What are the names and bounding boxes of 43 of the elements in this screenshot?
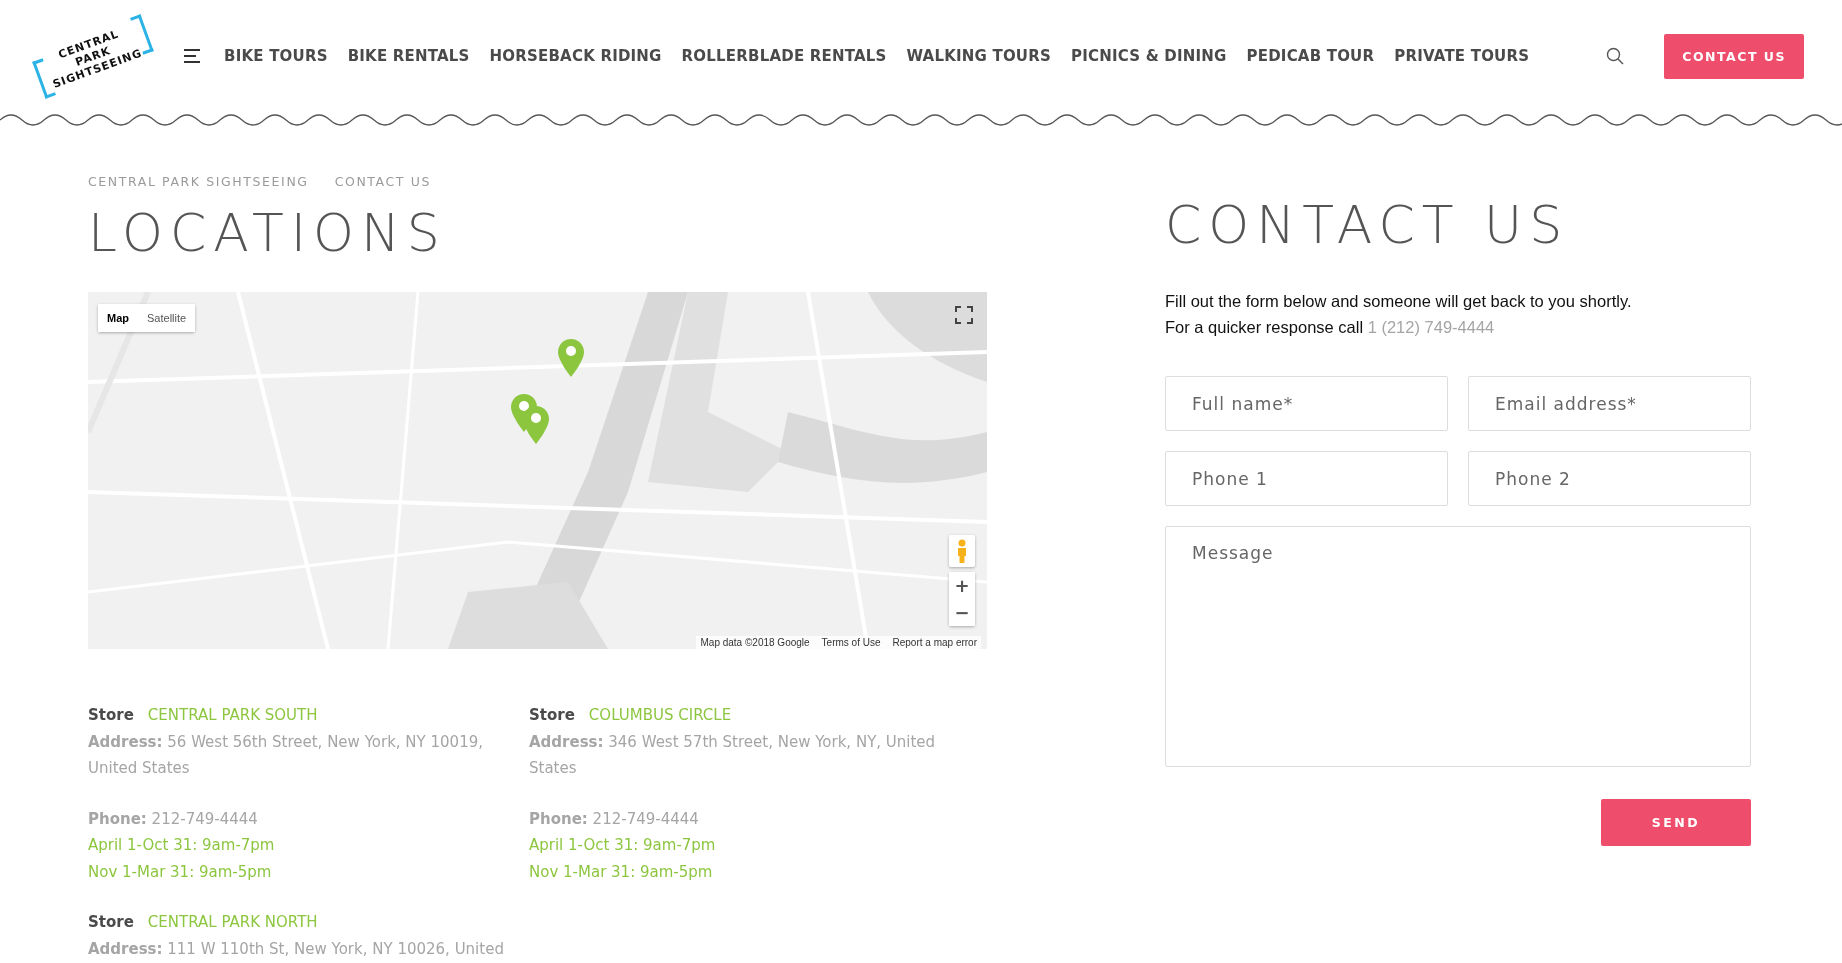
store-address: Address: 111 W 110th St, New York, NY 10026, United <box>88 938 505 960</box>
page-heading: CONTACT US <box>1165 195 1571 255</box>
person-icon[interactable] <box>949 535 975 567</box>
nav-link[interactable]: BIKE RENTALS <box>347 47 470 65</box>
store-label: Store <box>88 705 134 726</box>
input-field[interactable]: Full name* <box>1165 376 1448 431</box>
nav-link[interactable]: HORSEBACK RIDING <box>489 47 662 65</box>
nav-link[interactable]: ROLLERBLADE RENTALS <box>681 47 887 65</box>
store-address: Address: 346 West 57th Street, New York, NY, United States <box>529 731 937 779</box>
nav-link[interactable]: BIKE TOURS <box>224 47 328 65</box>
store-label: Store <box>529 705 575 726</box>
store-label: Store <box>88 912 134 933</box>
input-field[interactable]: Phone 2 <box>1468 451 1751 506</box>
store-hours: Nov 1-Mar 31: 9am-5pm <box>88 861 273 883</box>
contact-button[interactable]: CONTACT US <box>1664 33 1804 79</box>
zoom-out-button[interactable]: − <box>949 599 975 626</box>
page-heading: LOCATIONS <box>88 203 448 263</box>
map-type-button[interactable]: Map <box>98 304 138 332</box>
store-hours: April 1-Oct 31: 9am-7pm <box>88 835 276 856</box>
map-pin-icon[interactable] <box>523 406 549 444</box>
nav-link[interactable]: PRIVATE TOURS <box>1394 47 1530 65</box>
nav-link[interactable]: PICNICS & DINING <box>1071 47 1227 65</box>
map-pin-icon[interactable] <box>558 339 584 377</box>
send-button[interactable]: SEND <box>1601 799 1751 846</box>
search-icon[interactable] <box>1606 47 1625 65</box>
nav-link[interactable]: WALKING TOURS <box>906 47 1051 65</box>
store-phone: Phone: 212-749-4444 <box>529 808 700 830</box>
map-link[interactable]: Terms of Use <box>821 637 881 648</box>
map-attribution: Map data ©2018 Google <box>700 637 810 648</box>
message-field[interactable]: Message <box>1165 526 1751 767</box>
menu-icon[interactable] <box>184 49 203 63</box>
store-address: Address: 56 West 56th Street, New York, NY 10019, United States <box>88 731 484 779</box>
intro-text: Fill out the form below and someone will get back to you shortly. For a quicker response call 1 (212) 749-4444 <box>1165 291 1633 338</box>
map-link[interactable]: Report a map error <box>892 637 977 648</box>
input-field[interactable]: Phone 1 <box>1165 451 1448 506</box>
input-field[interactable]: Email address* <box>1468 376 1751 431</box>
store-hours: April 1-Oct 31: 9am-7pm <box>529 835 717 856</box>
store-hours: Nov 1-Mar 31: 9am-5pm <box>529 861 714 883</box>
zoom-in-button[interactable]: + <box>949 572 975 599</box>
map-type-button[interactable]: Satellite <box>138 304 196 332</box>
nav-link[interactable]: PEDICAB TOUR <box>1246 47 1375 65</box>
fullscreen-icon[interactable] <box>955 306 973 324</box>
store-phone: Phone: 212-749-4444 <box>88 808 259 830</box>
